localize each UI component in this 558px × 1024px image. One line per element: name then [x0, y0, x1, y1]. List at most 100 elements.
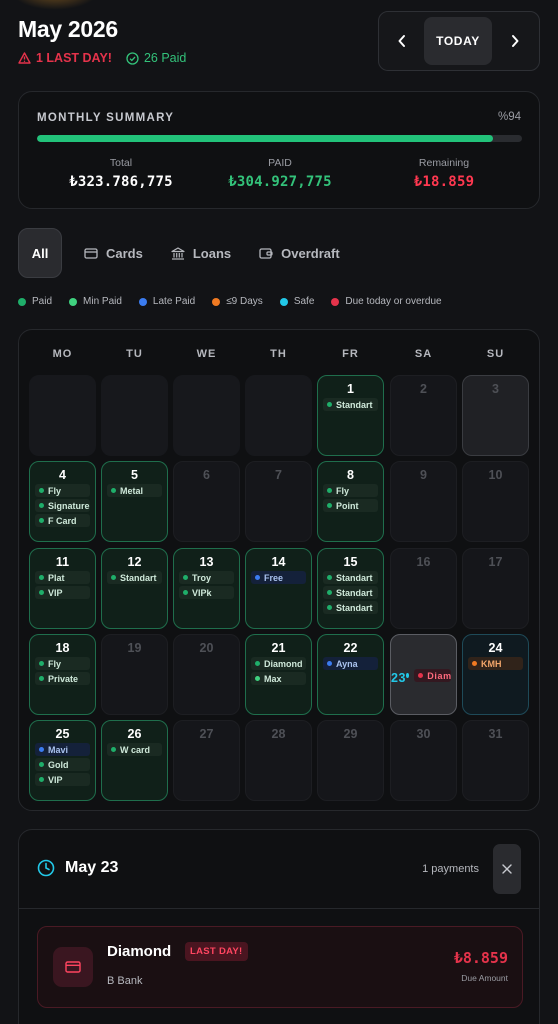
payment-chip[interactable]: Mavi [35, 743, 90, 756]
status-dot [39, 590, 44, 595]
calendar-day[interactable]: 23 Diamond [390, 634, 457, 715]
payment-chip-label: Gold [48, 759, 69, 770]
payment-chip[interactable]: F Card [35, 514, 90, 527]
next-month-button[interactable] [492, 12, 537, 70]
payment-amount: ₺8.859 [453, 949, 508, 967]
payment-chip[interactable]: Troy [179, 571, 234, 584]
calendar-day[interactable]: 30 [390, 720, 457, 801]
payment-chip[interactable]: VIPk [179, 586, 234, 599]
payment-chip[interactable]: VIP [35, 773, 90, 786]
payment-item[interactable]: Diamond LAST DAY! B Bank ₺8.859 Due Amou… [37, 926, 523, 1008]
payment-chip[interactable]: Point [323, 499, 378, 512]
day-number: 10 [488, 468, 503, 482]
calendar-day[interactable]: 21 Diamond Max [245, 634, 312, 715]
today-button[interactable]: TODAY [424, 17, 492, 65]
calendar-day[interactable]: 8 Fly Point [317, 461, 384, 542]
tab-overdraft[interactable]: Overdraft [245, 228, 354, 278]
legend-label: Due today or overdue [345, 296, 442, 307]
payment-chip[interactable]: Fly [323, 484, 378, 497]
payment-chip[interactable]: Standart [107, 571, 162, 584]
total-value: ₺323.786,775 [69, 174, 173, 190]
payment-chip[interactable]: Standart [323, 571, 378, 584]
calendar-day[interactable]: 31 [462, 720, 529, 801]
payment-chip[interactable]: Max [251, 672, 306, 685]
status-dot [39, 777, 44, 782]
tab-loans[interactable]: Loans [157, 228, 245, 278]
payment-chip[interactable]: W card [107, 743, 162, 756]
calendar-day[interactable]: 29 [317, 720, 384, 801]
prev-month-button[interactable] [379, 12, 424, 70]
calendar-day[interactable]: 24 KMH [462, 634, 529, 715]
calendar-day[interactable]: 22 Ayna [317, 634, 384, 715]
day-number: 6 [203, 468, 210, 482]
paid-text: 26 Paid [143, 51, 187, 65]
calendar-day[interactable]: 13 Troy VIPk [173, 548, 240, 629]
tab-cards[interactable]: Cards [70, 228, 157, 278]
payment-chip-label: Standart [120, 572, 157, 583]
status-dot [327, 488, 332, 493]
payment-chip[interactable]: Metal [107, 484, 162, 497]
calendar-day[interactable]: 4 Fly Signature F Card [29, 461, 96, 542]
status-dot [183, 575, 188, 580]
calendar-day[interactable]: 28 [245, 720, 312, 801]
calendar-day[interactable]: 6 [173, 461, 240, 542]
payment-chip[interactable]: Free [251, 571, 306, 584]
payment-chip-label: Troy [192, 572, 212, 583]
calendar-day[interactable]: 18 Fly Private [29, 634, 96, 715]
legend-dot [212, 297, 221, 306]
summary-remaining: Remaining ₺18.859 [364, 157, 524, 190]
day-number: 21 [271, 641, 286, 655]
calendar-day[interactable]: 27 [173, 720, 240, 801]
day-number: 9 [420, 468, 427, 482]
last-day-badge: LAST DAY! [185, 942, 248, 961]
calendar-day[interactable]: 16 [390, 548, 457, 629]
legend-dot [138, 297, 147, 306]
calendar-day[interactable]: 2 [390, 375, 457, 456]
status-dot [39, 747, 44, 752]
day-number: 31 [488, 727, 503, 741]
payment-chip[interactable]: Signature [35, 499, 90, 512]
calendar-empty-cell [245, 375, 312, 456]
calendar-day[interactable]: 3 [462, 375, 529, 456]
payment-chip[interactable]: KMH [468, 657, 523, 670]
payment-chip[interactable]: Diamond [251, 657, 306, 670]
payment-chip[interactable]: Gold [35, 758, 90, 771]
payment-chip[interactable]: VIP [35, 586, 90, 599]
calendar-day[interactable]: 19 [101, 634, 168, 715]
credit-card-icon [84, 247, 98, 259]
day-number: 13 [199, 555, 214, 569]
status-dot [39, 762, 44, 767]
day-number: 15 [343, 555, 358, 569]
day-number: 30 [416, 727, 431, 741]
payment-chip[interactable]: Standart [323, 601, 378, 614]
calendar-day[interactable]: 20 [173, 634, 240, 715]
payment-chip[interactable]: Fly [35, 484, 90, 497]
bank-icon [171, 246, 185, 260]
payment-chip[interactable]: Diamond [414, 669, 451, 682]
calendar-day[interactable]: 26 W card [101, 720, 168, 801]
calendar-day[interactable]: 9 [390, 461, 457, 542]
payment-chip-label: VIP [48, 587, 63, 598]
calendar-day[interactable]: 14 Free [245, 548, 312, 629]
calendar-day[interactable]: 11 Plat VIP [29, 548, 96, 629]
calendar-day[interactable]: 12 Standart [101, 548, 168, 629]
payment-chip[interactable]: Ayna [323, 657, 378, 670]
remaining-label: Remaining [418, 157, 470, 169]
legend-dot [279, 297, 288, 306]
payment-chip[interactable]: Fly [35, 657, 90, 670]
payment-chip[interactable]: Standart [323, 398, 378, 411]
calendar-day[interactable]: 7 [245, 461, 312, 542]
payment-chip[interactable]: Standart [323, 586, 378, 599]
payment-chip[interactable]: Private [35, 672, 90, 685]
calendar-day[interactable]: 5 Metal [101, 461, 168, 542]
calendar-day[interactable]: 15 Standart Standart Standart [317, 548, 384, 629]
payment-chip[interactable]: Plat [35, 571, 90, 584]
calendar-day[interactable]: 1 Standart [317, 375, 384, 456]
tab-all-label: All [31, 245, 49, 261]
calendar-day[interactable]: 10 [462, 461, 529, 542]
wallet-icon [259, 248, 273, 259]
close-detail-button[interactable] [493, 844, 521, 894]
calendar-day[interactable]: 17 [462, 548, 529, 629]
calendar-day[interactable]: 25 Mavi Gold VIP [29, 720, 96, 801]
tab-all[interactable]: All [18, 228, 62, 278]
